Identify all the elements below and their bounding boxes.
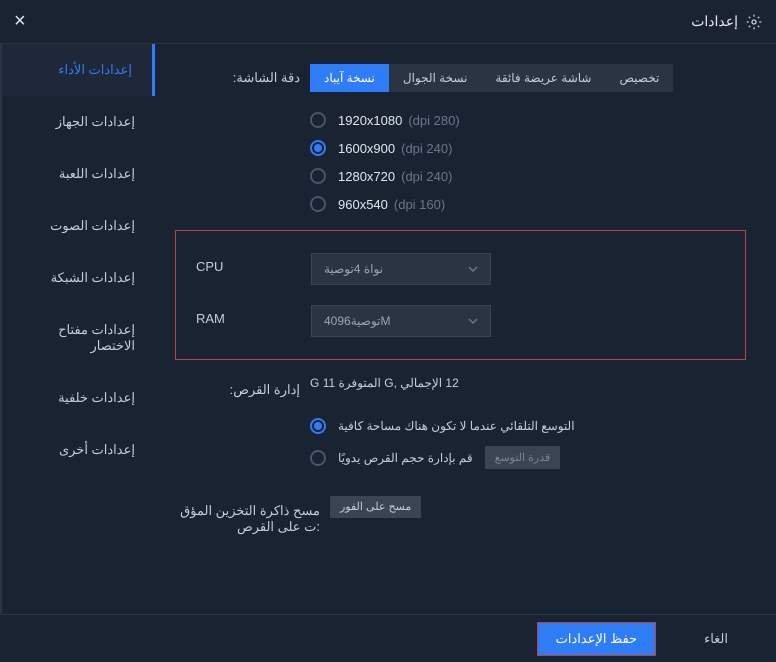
sidebar-item-performance[interactable]: إعدادات الأداء — [2, 44, 155, 96]
resolution-options: 1920x1080(dpi 280) 1600x900(dpi 240) 128… — [310, 112, 746, 212]
disk-options: التوسع التلقائي عندما لا تكون هناك مساحة… — [310, 418, 746, 469]
chevron-down-icon — [468, 318, 478, 324]
tab-ultrawide[interactable]: شاشة عريضة فائقة — [481, 64, 605, 92]
resolution-option-900[interactable]: 1600x900(dpi 240) — [310, 140, 746, 156]
radio-icon — [310, 450, 326, 466]
resolution-content: نسخة آيباد نسخة الجوال شاشة عريضة فائقة … — [310, 64, 746, 92]
expand-capacity-button[interactable]: قدرة التوسع — [485, 446, 561, 469]
radio-icon — [310, 168, 326, 184]
tab-custom[interactable]: تخصيص — [605, 64, 673, 92]
ram-dropdown[interactable]: توصية4096M — [311, 305, 491, 337]
tab-mobile[interactable]: نسخة الجوال — [389, 64, 482, 92]
resolution-label: :دقة الشاشة — [175, 64, 310, 86]
ram-label: RAM — [176, 305, 311, 326]
ram-row: RAM توصية4096M — [176, 295, 735, 347]
sidebar-item-shortcut[interactable]: إعدادات مفتاح الاختصار — [2, 304, 155, 372]
radio-icon — [310, 196, 326, 212]
page-title: إعدادات — [691, 13, 738, 30]
resolution-tabs: نسخة آيباد نسخة الجوال شاشة عريضة فائقة … — [310, 64, 746, 92]
clear-cache-button[interactable]: مسح على الفور — [330, 496, 421, 518]
cache-label: مسح ذاكرة التخزين المؤق :ت على القرص — [175, 497, 330, 535]
container: إعدادات الأداء إعدادات الجهاز إعدادات ال… — [0, 44, 776, 614]
cpu-value: نواة 4توصية — [324, 262, 383, 276]
ram-value: توصية4096M — [324, 314, 391, 328]
close-icon[interactable]: × — [14, 10, 26, 33]
disk-row: :إدارة القرص 12 الإجمالي ,G المتوفرة 11 … — [175, 376, 746, 398]
sidebar-item-background[interactable]: إعدادات خلفية — [2, 372, 155, 424]
disk-manual[interactable]: قم بإدارة حجم القرص يدويًا قدرة التوسع — [310, 446, 746, 469]
resolution-option-720[interactable]: 1280x720(dpi 240) — [310, 168, 746, 184]
resolution-option-540[interactable]: 960x540(dpi 160) — [310, 196, 746, 212]
main-panel: :دقة الشاشة نسخة آيباد نسخة الجوال شاشة … — [155, 44, 776, 614]
resolution-row: :دقة الشاشة نسخة آيباد نسخة الجوال شاشة … — [175, 64, 746, 92]
chevron-down-icon — [468, 266, 478, 272]
disk-auto-expand[interactable]: التوسع التلقائي عندما لا تكون هناك مساحة… — [310, 418, 746, 434]
resolution-option-1080[interactable]: 1920x1080(dpi 280) — [310, 112, 746, 128]
sidebar: إعدادات الأداء إعدادات الجهاز إعدادات ال… — [0, 44, 155, 614]
header-title-group: إعدادات — [691, 13, 762, 30]
save-button[interactable]: حفظ الإعدادات — [537, 622, 656, 656]
cpu-label: CPU — [176, 253, 311, 274]
disk-info: 12 الإجمالي ,G المتوفرة 11 G — [310, 376, 746, 390]
gear-icon — [746, 14, 762, 30]
resolution-options-row: 1920x1080(dpi 280) 1600x900(dpi 240) 128… — [175, 110, 746, 212]
radio-icon — [310, 418, 326, 434]
sidebar-item-game[interactable]: إعدادات اللعبة — [2, 148, 155, 200]
sidebar-item-network[interactable]: إعدادات الشبكة — [2, 252, 155, 304]
radio-icon — [310, 140, 326, 156]
disk-options-row: التوسع التلقائي عندما لا تكون هناك مساحة… — [175, 416, 746, 469]
cancel-button[interactable]: الغاء — [686, 623, 746, 655]
footer: حفظ الإعدادات الغاء — [0, 614, 776, 662]
sidebar-item-other[interactable]: إعدادات أخرى — [2, 424, 155, 476]
disk-label: :إدارة القرص — [175, 376, 310, 398]
cpu-dropdown[interactable]: نواة 4توصية — [311, 253, 491, 285]
cpu-ram-box: CPU نواة 4توصية RAM توصية4096M — [175, 230, 746, 360]
tab-ipad[interactable]: نسخة آيباد — [310, 64, 389, 92]
header: إعدادات × — [0, 0, 776, 43]
cache-row: مسح ذاكرة التخزين المؤق :ت على القرص مسح… — [175, 497, 746, 535]
sidebar-item-device[interactable]: إعدادات الجهاز — [2, 96, 155, 148]
radio-icon — [310, 112, 326, 128]
sidebar-item-sound[interactable]: إعدادات الصوت — [2, 200, 155, 252]
cpu-row: CPU نواة 4توصية — [176, 243, 735, 295]
